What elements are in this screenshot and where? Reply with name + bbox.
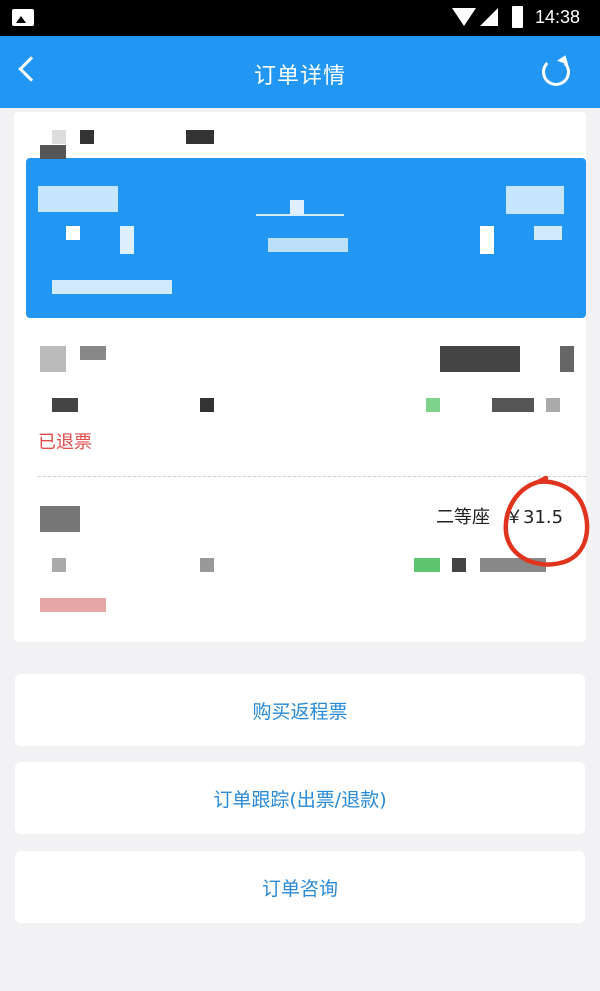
redacted-pixel bbox=[268, 238, 348, 252]
page-title: 订单详情 bbox=[253, 64, 346, 89]
seat-class: 二等座 bbox=[436, 507, 490, 528]
order-consult-button[interactable]: 订单咨询 bbox=[15, 851, 585, 923]
redacted-pixel bbox=[452, 558, 466, 572]
nav-bar: 订单详情 bbox=[0, 36, 600, 108]
redacted-pixel bbox=[200, 398, 214, 412]
redacted-pixel bbox=[426, 398, 440, 412]
refresh-icon[interactable] bbox=[542, 58, 570, 86]
redacted-pixel bbox=[200, 558, 214, 572]
redacted-pixel bbox=[560, 346, 574, 372]
redacted-pixel bbox=[52, 558, 66, 572]
redacted-pixel bbox=[80, 346, 106, 360]
redacted-pixel bbox=[66, 226, 80, 240]
order-tracking-button[interactable]: 订单跟踪(出票/退款) bbox=[15, 762, 585, 834]
redacted-pixel bbox=[480, 226, 494, 254]
redacted-pixel bbox=[120, 226, 134, 254]
battery-icon bbox=[512, 6, 523, 28]
ticket-status-refunded: 已退票 bbox=[38, 432, 92, 453]
redacted-pixel bbox=[38, 186, 118, 212]
redacted-pixel bbox=[290, 200, 304, 214]
redacted-pixel bbox=[440, 346, 520, 372]
redacted-pixel bbox=[414, 558, 440, 572]
redacted-pixel bbox=[80, 130, 94, 144]
redacted-pixel bbox=[534, 226, 562, 240]
redacted-pixel bbox=[52, 280, 172, 294]
redacted-pixel bbox=[40, 598, 106, 612]
redacted-pixel bbox=[186, 130, 214, 144]
redacted-pixel bbox=[52, 398, 78, 412]
redacted-pixel bbox=[40, 506, 80, 532]
redacted-pixel bbox=[40, 346, 66, 372]
redacted-pixel bbox=[52, 130, 66, 144]
redacted-pixel bbox=[256, 214, 344, 216]
status-time: 14:38 bbox=[535, 7, 581, 27]
redacted-pixel bbox=[546, 398, 560, 412]
cell-signal-icon bbox=[480, 8, 498, 26]
redacted-pixel bbox=[492, 398, 534, 412]
wifi-icon bbox=[452, 8, 476, 26]
buy-return-ticket-button[interactable]: 购买返程票 bbox=[15, 674, 585, 746]
status-bar: 14:38 bbox=[0, 0, 600, 36]
redacted-pixel bbox=[506, 186, 564, 214]
redacted-pixel bbox=[40, 145, 66, 159]
image-notification-icon bbox=[12, 9, 34, 26]
red-circle-annotation bbox=[503, 475, 590, 567]
